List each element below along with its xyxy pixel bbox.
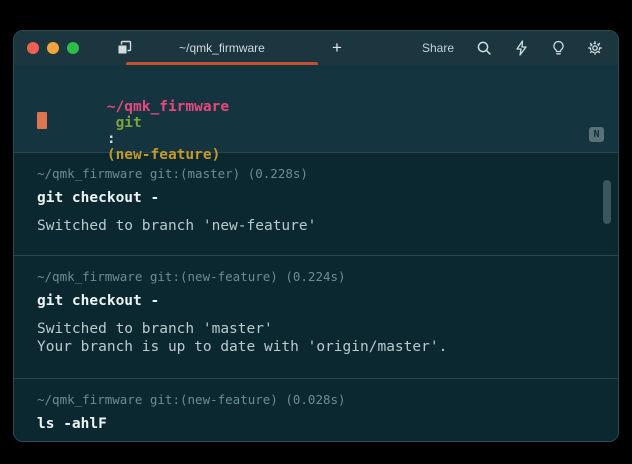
scrollbar-thumb[interactable] — [603, 180, 611, 224]
search-icon[interactable] — [471, 35, 497, 61]
terminal-window: ~/qmk_firmware + Share — [13, 30, 619, 442]
command-block[interactable]: ~/qmk_firmware git:(new-feature) (0.028s… — [14, 378, 618, 442]
prompt-branch: (new-feature) — [107, 147, 221, 163]
terminal-content: ~/qmk_firmware git : (new-feature) N ~/q… — [14, 65, 618, 442]
titlebar: ~/qmk_firmware + Share — [14, 31, 618, 65]
tab-qmk-firmware[interactable]: ~/qmk_firmware — [126, 31, 318, 65]
minimize-button[interactable] — [47, 42, 59, 54]
text-cursor — [37, 112, 47, 129]
block-output-line: Switched to branch 'new-feature' — [37, 217, 595, 235]
command-block[interactable]: ~/qmk_firmware git:(new-feature) (0.224s… — [14, 255, 618, 378]
gear-icon[interactable] — [582, 35, 608, 61]
block-output-line: Switched to branch 'master' — [37, 320, 595, 338]
zoom-button[interactable] — [67, 42, 79, 54]
new-tab-button[interactable]: + — [320, 31, 354, 65]
prompt-git-word: git — [107, 115, 142, 131]
lightning-icon[interactable] — [508, 35, 534, 61]
pane-badge: N — [589, 127, 604, 142]
block-context: ~/qmk_firmware git:(new-feature) (0.028s… — [37, 392, 595, 407]
titlebar-actions: Share — [416, 31, 608, 65]
block-command: git checkout - — [37, 190, 595, 206]
block-output-line: Your branch is up to date with 'origin/m… — [37, 338, 595, 356]
prompt-line: ~/qmk_firmware git : (new-feature) — [37, 83, 229, 179]
share-button[interactable]: Share — [416, 37, 460, 59]
block-command: git checkout - — [37, 293, 595, 309]
block-context: ~/qmk_firmware git:(new-feature) (0.224s… — [37, 269, 595, 284]
close-button[interactable] — [27, 42, 39, 54]
block-command: ls -ahlF — [37, 416, 595, 432]
lightbulb-icon[interactable] — [545, 35, 571, 61]
prompt-path: ~/qmk_firmware — [107, 99, 229, 115]
traffic-lights — [27, 42, 79, 54]
tab-title: ~/qmk_firmware — [179, 41, 265, 55]
prompt-colon: : — [107, 131, 116, 147]
terminal-input[interactable]: ~/qmk_firmware git : (new-feature) N — [14, 65, 618, 152]
